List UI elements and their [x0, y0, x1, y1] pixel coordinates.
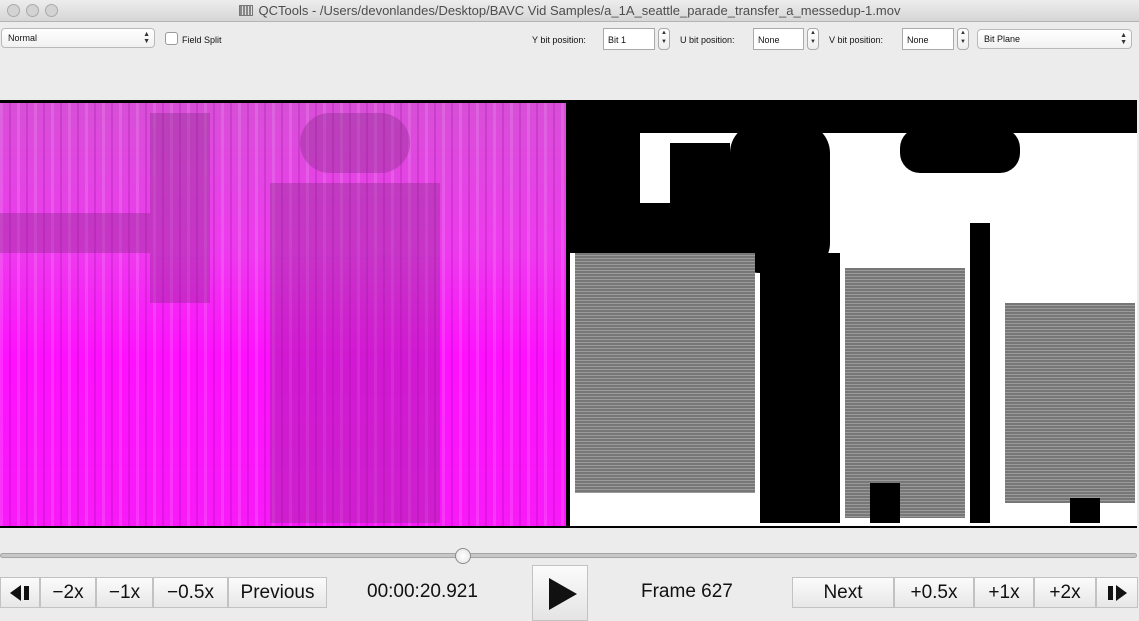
bitplane-region [970, 223, 990, 523]
bitplane-gray-band [1005, 303, 1135, 503]
step-forward-icon [1108, 585, 1127, 601]
filter-value: Bit Plane [984, 34, 1021, 44]
rewind-05x-label: −0.5x [166, 582, 214, 603]
window-title-row: QCTools - /Users/devonlandes/Desktop/BAV… [0, 3, 1139, 18]
video-figure [0, 213, 150, 253]
right-video-pane [570, 103, 1137, 526]
previous-button[interactable]: Previous [228, 577, 327, 608]
y-bit-label: Y bit position: [532, 35, 586, 45]
y-bit-stepper[interactable]: ▲ ▼ [658, 28, 670, 50]
toolbar: Normal ▲ ▼ Field Split Y bit position: Bi… [0, 22, 1139, 100]
bitplane-gray-band [575, 253, 755, 493]
step-forward-button[interactable] [1096, 577, 1138, 608]
video-area [0, 100, 1137, 528]
left-video-pane [0, 103, 566, 526]
video-figure [150, 113, 210, 303]
bitplane-region [570, 103, 1137, 133]
ff-1x-label: +1x [988, 582, 1020, 603]
step-back-button[interactable] [0, 577, 40, 608]
u-bit-stepper[interactable]: ▲ ▼ [807, 28, 819, 50]
rewind-2x-button[interactable]: −2x [40, 577, 96, 608]
display-mode-select[interactable]: Normal ▲ ▼ [1, 28, 155, 48]
u-bit-label: U bit position: [680, 35, 735, 45]
rewind-05x-button[interactable]: −0.5x [153, 577, 228, 608]
y-bit-field[interactable]: Bit 1 [603, 28, 655, 50]
field-split-label: Field Split [182, 35, 222, 45]
qctools-window: QCTools - /Users/devonlandes/Desktop/BAV… [0, 0, 1139, 621]
video-figure [300, 113, 410, 173]
bitplane-region [870, 483, 900, 523]
next-button[interactable]: Next [792, 577, 894, 608]
timecode-display: 00:00:20.921 [367, 581, 478, 602]
ff-1x-button[interactable]: +1x [974, 577, 1034, 608]
v-bit-label: V bit position: [829, 35, 884, 45]
rewind-1x-label: −1x [108, 582, 141, 603]
next-label: Next [823, 582, 863, 603]
ff-05x-button[interactable]: +0.5x [894, 577, 974, 608]
timeline-scrubber[interactable] [0, 553, 1137, 558]
display-mode-value: Normal [8, 33, 38, 43]
bitplane-region [760, 253, 840, 523]
rewind-1x-button[interactable]: −1x [96, 577, 153, 608]
rewind-2x-label: −2x [52, 582, 84, 603]
bitplane-gray-band [845, 268, 965, 518]
frame-display: Frame 627 [641, 581, 733, 602]
select-arrows-icon: ▲ ▼ [143, 31, 150, 45]
window-title: QCTools - /Users/devonlandes/Desktop/BAV… [258, 3, 901, 18]
select-arrows-icon: ▲ ▼ [1120, 32, 1127, 46]
bitplane-region [570, 203, 800, 253]
document-icon [238, 5, 253, 16]
ff-2x-button[interactable]: +2x [1034, 577, 1096, 608]
play-icon [549, 578, 577, 610]
u-bit-value: None [758, 35, 780, 45]
previous-label: Previous [240, 582, 315, 603]
v-bit-value: None [907, 35, 929, 45]
bitplane-region [900, 128, 1020, 173]
filter-select[interactable]: Bit Plane ▲ ▼ [977, 29, 1132, 49]
y-bit-value: Bit 1 [608, 35, 627, 45]
u-bit-field[interactable]: None [753, 28, 804, 50]
title-bar: QCTools - /Users/devonlandes/Desktop/BAV… [0, 0, 1139, 22]
step-back-icon [10, 585, 29, 601]
bitplane-region [1070, 498, 1100, 523]
field-split-checkbox[interactable] [165, 32, 178, 45]
ff-2x-label: +2x [1049, 582, 1081, 603]
scrubber-knob[interactable] [455, 548, 471, 564]
video-figure [270, 183, 440, 523]
v-bit-field[interactable]: None [902, 28, 954, 50]
ff-05x-label: +0.5x [910, 582, 958, 603]
v-bit-stepper[interactable]: ▲ ▼ [957, 28, 969, 50]
play-button[interactable] [532, 565, 588, 621]
